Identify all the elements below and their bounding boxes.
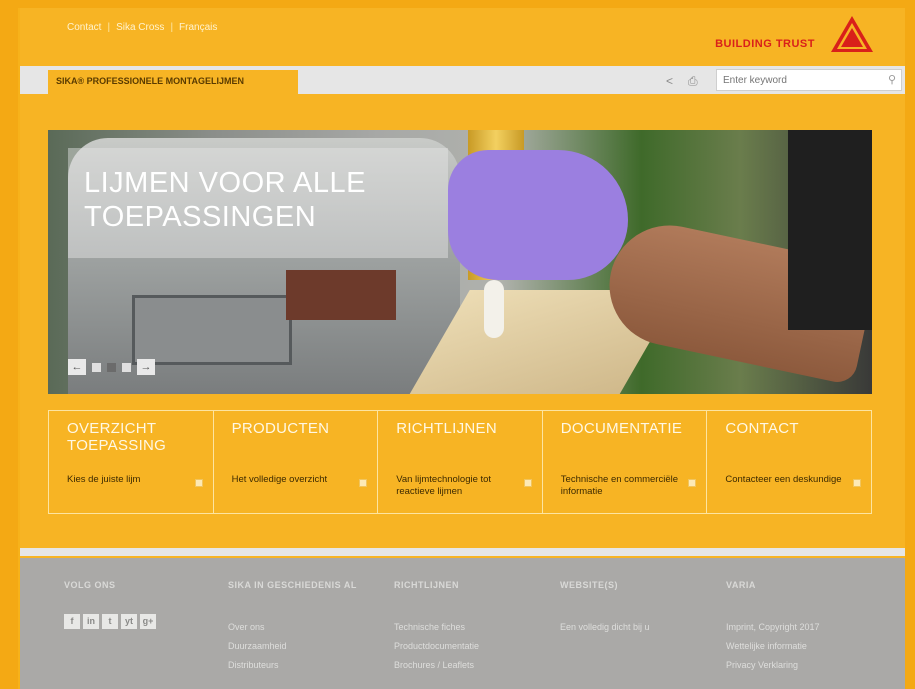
linkedin-icon[interactable]: in [83, 614, 99, 629]
arrow-icon[interactable] [359, 479, 368, 487]
brand-slogan: BUILDING TRUST [715, 38, 815, 50]
top-link-language[interactable]: Français [179, 22, 217, 33]
youtube-icon[interactable]: yt [121, 614, 137, 629]
footer-link[interactable]: Technische fiches [394, 618, 479, 637]
brand: BUILDING TRUST [715, 14, 875, 54]
footer-heading: SIKA IN GESCHIEDENIS AL [228, 580, 357, 590]
slider-prev-button[interactable]: ← [68, 359, 86, 375]
footer-link[interactable]: Distributeurs [228, 656, 357, 675]
top-link-sika-cross[interactable]: Sika Cross [116, 22, 164, 33]
footer-divider [20, 548, 905, 556]
hero-caption-line: LIJMEN VOOR ALLE [84, 167, 366, 199]
footer-link[interactable]: Productdocumentatie [394, 637, 479, 656]
page: Contact | Sika Cross | Français BUILDING… [20, 8, 905, 689]
nav-tab-montagelijmen[interactable]: SIKA® PROFESSIONELE MONTAGELIJMEN [48, 70, 298, 94]
footer-link[interactable]: Duurzaamheid [228, 637, 357, 656]
tile-title: RICHTLIJNEN [396, 420, 497, 437]
tile-richtlijnen[interactable]: RICHTLIJNEN Van lijmtechnologie tot reac… [377, 410, 542, 514]
top-link-contact[interactable]: Contact [67, 22, 101, 33]
separator: | [170, 22, 174, 33]
tile-producten[interactable]: PRODUCTEN Het volledige overzicht [212, 410, 378, 514]
footer-col-varia: VARIA Imprint, Copyright 2017 Wettelijke… [726, 580, 820, 675]
social-icons: f in t yt g+ [64, 614, 156, 629]
footer-col-websites: WEBSITE(S) Een volledig dicht bij u [560, 580, 650, 637]
tile-title: PRODUCTEN [231, 420, 330, 437]
tile-overzicht-toepassing[interactable]: OVERZICHT TOEPASSING Kies de juiste lijm [48, 410, 213, 514]
footer-col-about: SIKA IN GESCHIEDENIS AL Over ons Duurzaa… [228, 580, 357, 675]
tile-title: TOEPASSING [67, 437, 167, 454]
hero-mailbox-slot [132, 295, 292, 365]
nav-strip: SIKA® PROFESSIONELE MONTAGELIJMEN < ⎙ ⚲ [20, 66, 905, 94]
footer-heading: WEBSITE(S) [560, 580, 618, 590]
slider-dot[interactable] [92, 362, 101, 372]
facebook-icon[interactable]: f [64, 614, 80, 629]
footer-link[interactable]: Imprint, Copyright 2017 [726, 618, 820, 637]
tile-link[interactable]: Technische en commerciële informatie [561, 474, 681, 498]
tile-title: OVERZICHT [67, 420, 157, 437]
twitter-icon[interactable]: t [102, 614, 118, 629]
tile-link[interactable]: Contacteer een deskundige [725, 474, 845, 486]
hero-glue-bead [484, 280, 504, 338]
tile-contact[interactable]: CONTACT Contacteer een deskundige [706, 410, 872, 514]
arrow-icon[interactable] [852, 479, 861, 487]
googleplus-icon[interactable]: g+ [140, 614, 156, 629]
footer-heading: VOLG ONS [64, 580, 116, 590]
quick-links: OVERZICHT TOEPASSING Kies de juiste lijm… [48, 410, 872, 514]
slider-next-button[interactable]: → [137, 359, 155, 375]
tile-link[interactable]: Van lijmtechnologie tot reactieve lijmen [396, 474, 516, 498]
footer-heading: RICHTLIJNEN [394, 580, 460, 590]
footer-col-guidelines: RICHTLIJNEN Technische fiches Productdoc… [394, 580, 479, 675]
sika-logo[interactable] [829, 14, 875, 54]
hero-shirt [788, 130, 872, 330]
tile-link[interactable]: Het volledige overzicht [232, 474, 352, 486]
search-input[interactable] [716, 69, 902, 91]
tile-title: DOCUMENTATIE [560, 420, 683, 437]
footer: VOLG ONS f in t yt g+ SIKA IN GESCHIEDEN… [20, 558, 905, 689]
hero-caption: LIJMEN VOOR ALLE TOEPASSINGEN [68, 148, 448, 258]
hero-caption-line: TOEPASSINGEN [84, 201, 317, 233]
slider-dot-active[interactable] [107, 362, 116, 372]
tile-title: CONTACT [725, 420, 799, 437]
arrow-icon[interactable] [688, 479, 697, 487]
share-icon[interactable]: < [666, 74, 673, 88]
arrow-icon[interactable] [523, 479, 532, 487]
footer-col-follow: VOLG ONS f in t yt g+ [64, 580, 156, 629]
hero-bracket [286, 270, 396, 320]
separator: | [107, 22, 111, 33]
footer-link[interactable]: Brochures / Leaflets [394, 656, 479, 675]
tile-documentatie[interactable]: DOCUMENTATIE Technische en commerciële i… [541, 410, 707, 514]
footer-link[interactable]: Wettelijke informatie [726, 637, 820, 656]
footer-link[interactable]: Privacy Verklaring [726, 656, 820, 675]
footer-link[interactable]: Over ons [228, 618, 357, 637]
hero-glove [448, 150, 628, 280]
slider-controls: ← → [68, 359, 155, 375]
hero-slider[interactable]: LIJMEN VOOR ALLE TOEPASSINGEN ← → [48, 130, 872, 394]
footer-link[interactable]: Een volledig dicht bij u [560, 618, 650, 637]
footer-heading: VARIA [726, 580, 756, 590]
print-icon[interactable]: ⎙ [688, 74, 698, 89]
tile-link[interactable]: Kies de juiste lijm [67, 474, 187, 486]
slider-dot[interactable] [122, 362, 131, 372]
arrow-icon[interactable] [194, 479, 203, 487]
search-icon[interactable]: ⚲ [888, 73, 896, 86]
top-links: Contact | Sika Cross | Français [67, 22, 217, 33]
